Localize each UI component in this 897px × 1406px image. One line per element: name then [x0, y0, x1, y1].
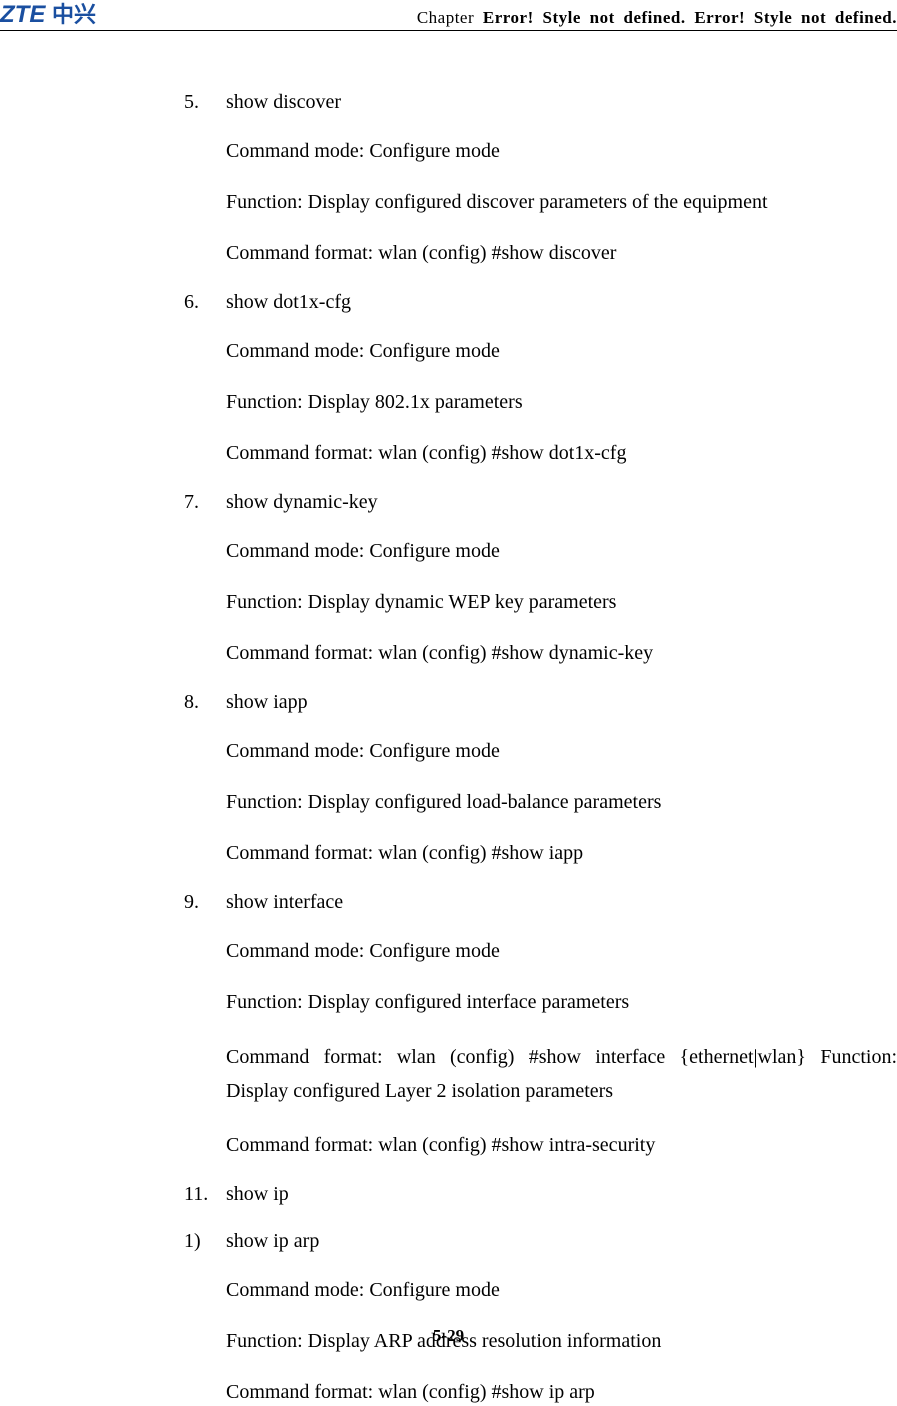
page-footer: 5-29 — [0, 1326, 897, 1346]
item-number: 9. — [184, 891, 226, 914]
item-title: show dynamic-key — [226, 491, 897, 514]
item-line: Command mode: Configure mode — [0, 538, 897, 565]
item-header: 7. show dynamic-key — [0, 491, 897, 514]
svg-text:中兴: 中兴 — [52, 2, 96, 27]
list-item: 7. show dynamic-key Command mode: Config… — [0, 491, 897, 667]
item-header: 8. show iapp — [0, 691, 897, 714]
item-line: Command format: wlan (config) #show inte… — [0, 1040, 897, 1108]
header-chapter-text: Chapter Error! Style not defined. Error!… — [417, 8, 897, 28]
item-line: Function: Display configured interface p… — [0, 989, 897, 1016]
list-item: 8. show iapp Command mode: Configure mod… — [0, 691, 897, 867]
item-line: Function: Display configured load-balanc… — [0, 789, 897, 816]
item-header: 6. show dot1x-cfg — [0, 291, 897, 314]
item-line: Command format: wlan (config) #show disc… — [0, 240, 897, 267]
item-line: Function: Display configured discover pa… — [0, 189, 897, 216]
item-header: 9. show interface — [0, 891, 897, 914]
item-title: show interface — [226, 891, 897, 914]
logo-container: ZTE 中兴 — [0, 0, 120, 28]
item-title: show discover — [226, 91, 897, 114]
item-header: 1) show ip arp — [0, 1230, 897, 1253]
item-line: Command format: wlan (config) #show dyna… — [0, 640, 897, 667]
item-header: 11. show ip — [0, 1183, 897, 1206]
item-title: show iapp — [226, 691, 897, 714]
list-item: 1) show ip arp Command mode: Configure m… — [0, 1230, 897, 1406]
list-item: 6. show dot1x-cfg Command mode: Configur… — [0, 291, 897, 467]
list-item: 5. show discover Command mode: Configure… — [0, 91, 897, 267]
item-line: Command format: wlan (config) #show intr… — [0, 1132, 897, 1159]
item-number: 7. — [184, 491, 226, 514]
item-line: Command format: wlan (config) #show iapp — [0, 840, 897, 867]
item-line: Command format: wlan (config) #show ip a… — [0, 1379, 897, 1406]
page-number: 5-29 — [433, 1326, 464, 1345]
item-number: 5. — [184, 91, 226, 114]
item-line: Command mode: Configure mode — [0, 738, 897, 765]
zte-logo-icon: ZTE 中兴 — [0, 0, 120, 28]
item-header: 5. show discover — [0, 91, 897, 114]
page-header: ZTE 中兴 Chapter Error! Style not defined.… — [0, 0, 897, 31]
header-error-text: Error! Style not defined. Error! Style n… — [483, 8, 897, 27]
item-line: Command mode: Configure mode — [0, 1277, 897, 1304]
item-number: 6. — [184, 291, 226, 314]
item-title: show ip — [226, 1183, 897, 1206]
item-line: Command mode: Configure mode — [0, 338, 897, 365]
item-line: Command mode: Configure mode — [0, 938, 897, 965]
item-number: 8. — [184, 691, 226, 714]
item-title: show dot1x-cfg — [226, 291, 897, 314]
list-item: 9. show interface Command mode: Configur… — [0, 891, 897, 1159]
item-number: 11. — [184, 1183, 226, 1206]
page-content: 5. show discover Command mode: Configure… — [0, 31, 897, 1406]
item-line: Function: Display 802.1x parameters — [0, 389, 897, 416]
svg-text:ZTE: ZTE — [0, 1, 46, 28]
chapter-label: Chapter — [417, 8, 474, 27]
item-line: Command mode: Configure mode — [0, 138, 897, 165]
item-line: Command format: wlan (config) #show dot1… — [0, 440, 897, 467]
item-line: Function: Display dynamic WEP key parame… — [0, 589, 897, 616]
item-number: 1) — [184, 1230, 226, 1253]
item-title: show ip arp — [226, 1230, 897, 1253]
list-item: 11. show ip — [0, 1183, 897, 1206]
